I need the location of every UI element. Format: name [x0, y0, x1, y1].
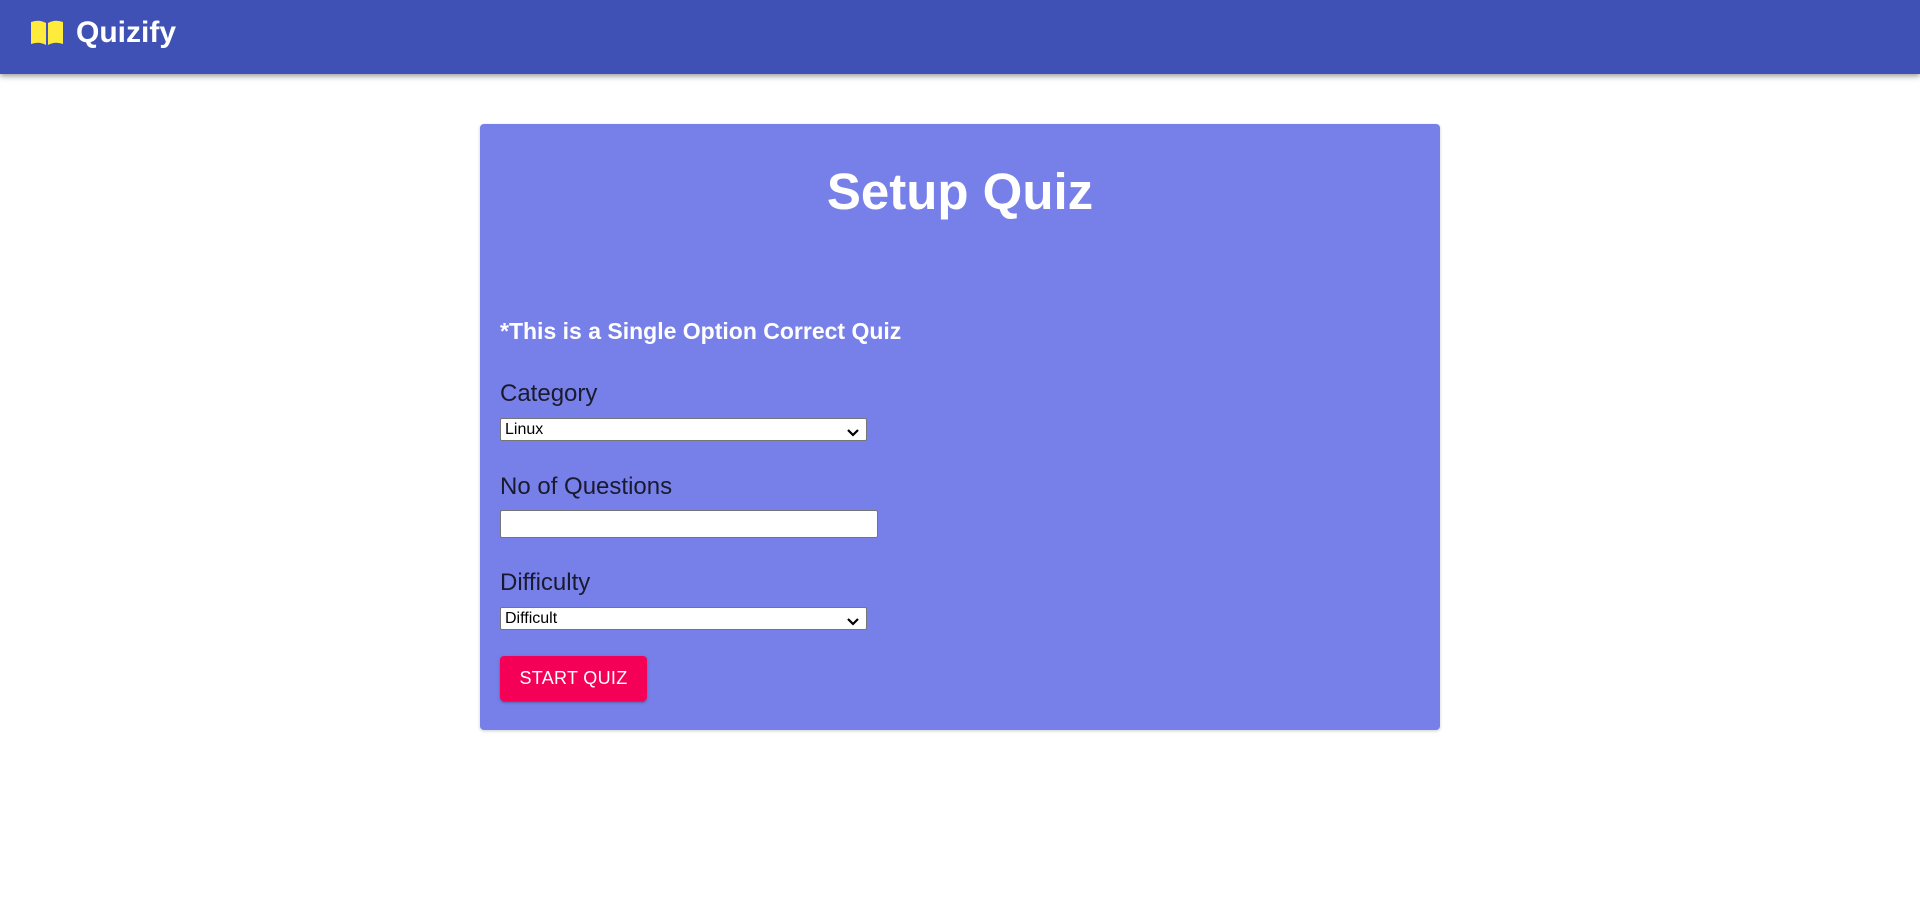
quiz-type-note: *This is a Single Option Correct Quiz — [500, 318, 902, 344]
setup-card: Setup Quiz *This is a Single Option Corr… — [480, 124, 1440, 730]
questions-label: No of Questions — [500, 473, 673, 500]
difficulty-label: Difficulty — [500, 569, 591, 596]
brand-link[interactable]: Quizify — [30, 16, 176, 50]
questions-input[interactable] — [500, 510, 878, 538]
app-bar: Quizify — [0, 0, 1920, 74]
chevron-down-icon — [846, 425, 860, 437]
start-quiz-button[interactable]: START QUIZ — [500, 656, 647, 701]
book-icon — [30, 19, 64, 47]
category-select[interactable]: Linux — [500, 418, 867, 441]
chevron-down-icon — [846, 614, 860, 626]
difficulty-select[interactable]: Difficult — [500, 607, 867, 630]
page-title: Setup Quiz — [826, 163, 1094, 220]
category-label: Category — [500, 380, 598, 407]
app-title: Quizify — [76, 16, 177, 49]
category-selected-value: Linux — [505, 420, 544, 438]
difficulty-selected-value: Difficult — [505, 609, 558, 627]
